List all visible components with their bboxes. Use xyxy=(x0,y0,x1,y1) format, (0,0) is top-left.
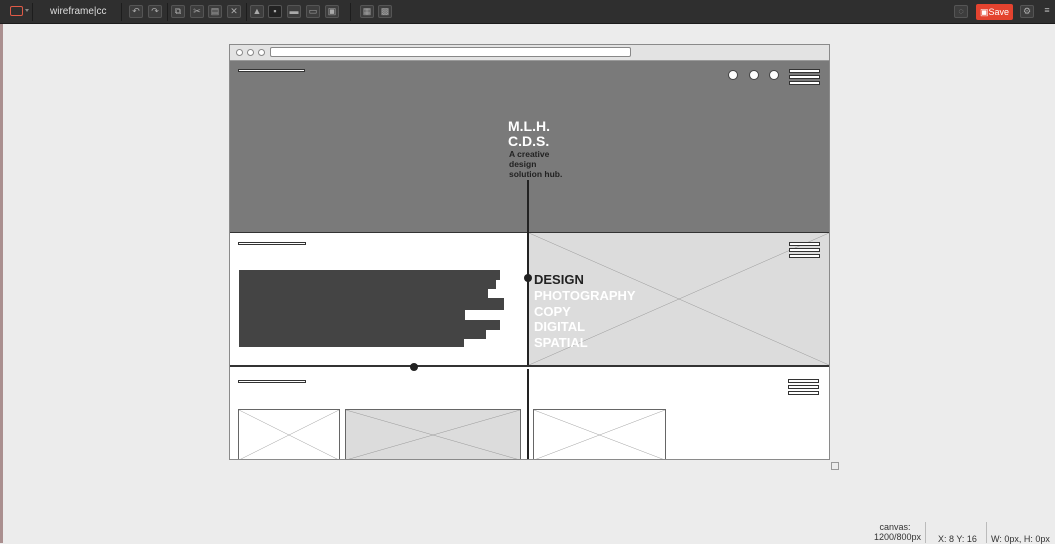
lock-icon[interactable]: ▲ xyxy=(250,5,264,18)
image-cross-icon xyxy=(346,410,520,460)
group-icon[interactable]: ▦ xyxy=(360,5,374,18)
status-divider xyxy=(925,522,926,543)
bring-forward-icon[interactable]: ▬ xyxy=(287,5,301,18)
send-back-icon[interactable]: ▣ xyxy=(325,5,339,18)
canvas-resize-handle-icon[interactable] xyxy=(831,462,839,470)
portfolio-section[interactable] xyxy=(230,369,829,460)
save-button[interactable]: ▣Save xyxy=(976,4,1013,20)
brand-line1: M.L.H. xyxy=(508,118,550,134)
brand-title: M.L.H. C.D.S. xyxy=(508,119,550,149)
toolbar-divider xyxy=(350,3,351,21)
save-label: Save xyxy=(988,7,1010,17)
services-section[interactable]: DESIGN PHOTOGRAPHY COPY DIGITAL SPATIAL xyxy=(230,233,829,371)
toolbar-divider xyxy=(246,3,247,21)
hamburger-icon[interactable] xyxy=(789,69,820,85)
window-dot-icon xyxy=(258,49,265,56)
image-placeholder[interactable] xyxy=(345,409,521,460)
main-toolbar: wireframe|cc ↶ ↷ ⧉ ✂ ▤ ✕ ▲ ▪ ▬ ▭ ▣ ▦ ▩ ◌… xyxy=(0,0,1055,24)
app-menu-icon[interactable] xyxy=(10,6,23,16)
browser-chrome xyxy=(230,45,829,61)
cut-icon[interactable]: ✂ xyxy=(190,5,204,18)
brand-line2: C.D.S. xyxy=(508,133,550,149)
paste-icon[interactable]: ▤ xyxy=(208,5,222,18)
image-placeholder[interactable] xyxy=(238,409,340,460)
menu-item-copy[interactable]: COPY xyxy=(534,304,636,320)
canvas-edge xyxy=(0,24,3,543)
bring-front-icon[interactable]: ▪ xyxy=(268,5,282,18)
logo-placeholder[interactable] xyxy=(238,69,305,72)
window-dot-icon xyxy=(236,49,243,56)
send-backward-icon[interactable]: ▭ xyxy=(306,5,320,18)
hamburger-icon[interactable] xyxy=(788,379,819,395)
hero-section[interactable]: M.L.H. C.D.S. A creative design solution… xyxy=(230,61,829,233)
tagline: A creative design solution hub. xyxy=(509,149,563,179)
services-menu: DESIGN PHOTOGRAPHY COPY DIGITAL SPATIAL xyxy=(534,272,636,351)
save-icon: ▣ xyxy=(979,7,989,17)
circle-icon[interactable] xyxy=(749,70,759,80)
delete-icon[interactable]: ✕ xyxy=(227,5,241,18)
toolbar-divider xyxy=(167,3,168,21)
comment-icon[interactable]: ◌ xyxy=(954,5,968,18)
circle-icon[interactable] xyxy=(728,70,738,80)
toolbar-divider xyxy=(121,3,122,21)
text-block-placeholder[interactable] xyxy=(239,270,507,348)
menu-item-digital[interactable]: DIGITAL xyxy=(534,319,636,335)
connector-line[interactable] xyxy=(527,180,529,233)
document-title[interactable]: wireframe|cc xyxy=(50,6,107,17)
settings-icon[interactable]: ⚙ xyxy=(1020,5,1034,18)
connector-handle[interactable] xyxy=(524,274,532,282)
image-cross-icon xyxy=(534,410,665,460)
image-placeholder[interactable] xyxy=(533,409,666,460)
copy-icon[interactable]: ⧉ xyxy=(171,5,185,18)
status-divider xyxy=(986,522,987,543)
heading-placeholder[interactable] xyxy=(238,242,306,245)
image-cross-icon xyxy=(239,410,339,460)
window-dot-icon xyxy=(247,49,254,56)
canvas-size-info: canvas: 1200/800px xyxy=(869,522,921,542)
circle-icon[interactable] xyxy=(769,70,779,80)
ungroup-icon[interactable]: ▩ xyxy=(378,5,392,18)
text-block-shape xyxy=(239,270,504,347)
heading-placeholder[interactable] xyxy=(238,380,306,383)
canvas-label: canvas: xyxy=(879,522,911,532)
section-divider xyxy=(527,369,529,459)
undo-icon[interactable]: ↶ xyxy=(129,5,143,18)
url-bar[interactable] xyxy=(270,47,631,57)
menu-item-spatial[interactable]: SPATIAL xyxy=(534,335,636,351)
browser-wireframe[interactable]: M.L.H. C.D.S. A creative design solution… xyxy=(229,44,830,460)
menu-item-design[interactable]: DESIGN xyxy=(534,272,636,288)
canvas-size: 1200/800px xyxy=(873,532,921,542)
chevron-down-icon[interactable] xyxy=(25,9,29,12)
redo-icon[interactable]: ↷ xyxy=(148,5,162,18)
hamburger-icon[interactable] xyxy=(789,242,820,258)
more-menu-icon[interactable]: ≡ xyxy=(1040,5,1054,18)
menu-item-photography[interactable]: PHOTOGRAPHY xyxy=(534,288,636,304)
toolbar-divider xyxy=(32,3,33,21)
